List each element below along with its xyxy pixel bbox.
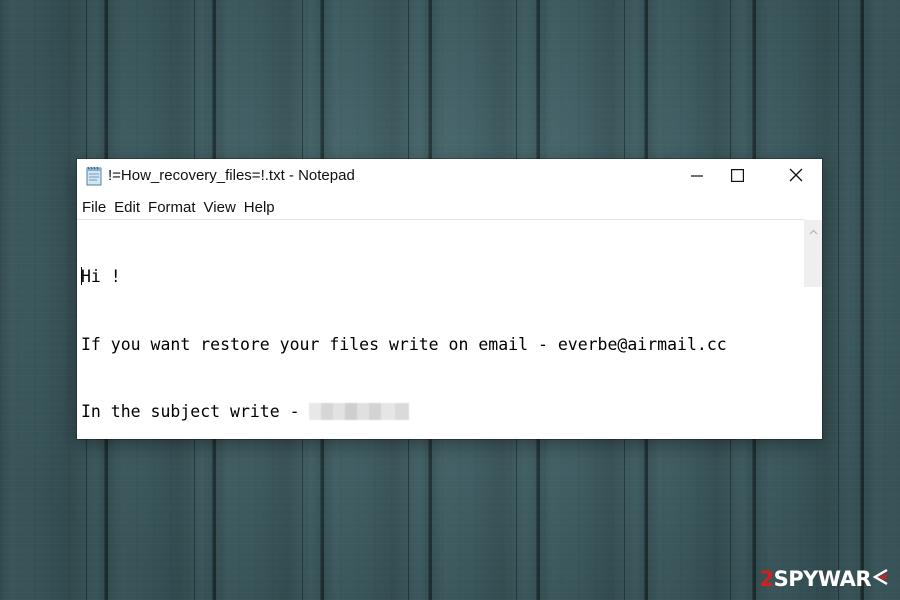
close-button[interactable] — [773, 159, 819, 193]
line-subject: In the subject write - — [81, 402, 310, 421]
menu-view[interactable]: View — [202, 197, 238, 218]
window-title: !=How_recovery_files=!.txt - Notepad — [108, 167, 355, 184]
menu-file[interactable]: File — [80, 197, 108, 218]
watermark-logo: 2 SPYWAR — [760, 566, 889, 592]
notepad-icon[interactable] — [85, 166, 103, 186]
plank-seam — [838, 0, 839, 600]
menu-help[interactable]: Help — [242, 197, 277, 218]
text-line: Hi ! — [81, 266, 804, 289]
notepad-window: !=How_recovery_files=!.txt - Notepad Fil… — [77, 159, 822, 439]
maximize-icon — [730, 167, 744, 186]
text-line: If you want restore your files write on … — [81, 334, 804, 357]
title-bar[interactable]: !=How_recovery_files=!.txt - Notepad — [77, 159, 822, 193]
scroll-up-button[interactable] — [804, 220, 822, 238]
menu-edit[interactable]: Edit — [112, 197, 142, 218]
minimize-icon — [691, 167, 703, 186]
text-editor[interactable]: Hi ! If you want restore your files writ… — [77, 219, 804, 439]
close-icon — [789, 167, 803, 186]
redacted-id — [309, 403, 410, 420]
menu-bar: File Edit Format View Help — [77, 195, 281, 219]
vertical-scrollbar[interactable] — [804, 220, 822, 287]
watermark-e-mark — [872, 567, 888, 591]
menu-format[interactable]: Format — [146, 197, 198, 218]
watermark-number: 2 — [759, 567, 775, 591]
line-greeting: Hi ! — [81, 267, 121, 286]
chevron-up-icon — [809, 220, 818, 239]
text-line: In the subject write - — [81, 401, 804, 424]
watermark-name: SPYWAR — [773, 567, 872, 591]
maximize-button[interactable] — [714, 159, 760, 193]
line-instructions: If you want restore your files write on … — [81, 334, 727, 354]
